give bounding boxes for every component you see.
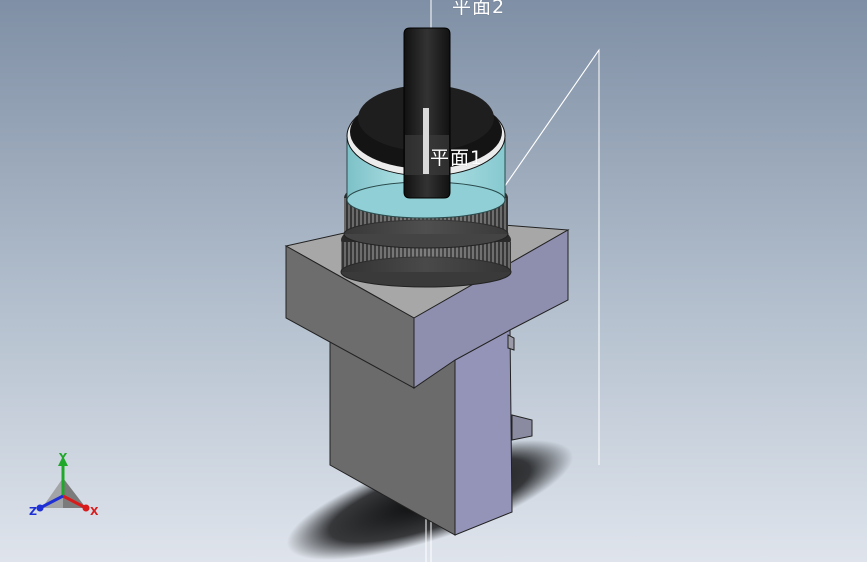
terminal-tab[interactable] (511, 414, 533, 441)
triad-z-label: Z (29, 505, 37, 518)
triad-x-tip (82, 504, 90, 512)
coordinate-triad-icon[interactable] (20, 450, 120, 540)
triad-z-tip (36, 504, 44, 512)
top-plane-label[interactable]: 平面2 (452, 0, 505, 19)
triad-x-label: X (90, 505, 99, 518)
3d-model-scene[interactable] (0, 0, 867, 562)
handle-indicator (423, 108, 429, 174)
graphics-viewport[interactable]: 平面2 平面1 Y Z X (0, 0, 867, 562)
front-plane-label[interactable]: 平面1 (430, 143, 483, 170)
terminal-pin[interactable] (507, 334, 515, 351)
triad-y-label: Y (59, 451, 67, 464)
stem-side-face[interactable] (454, 329, 513, 536)
